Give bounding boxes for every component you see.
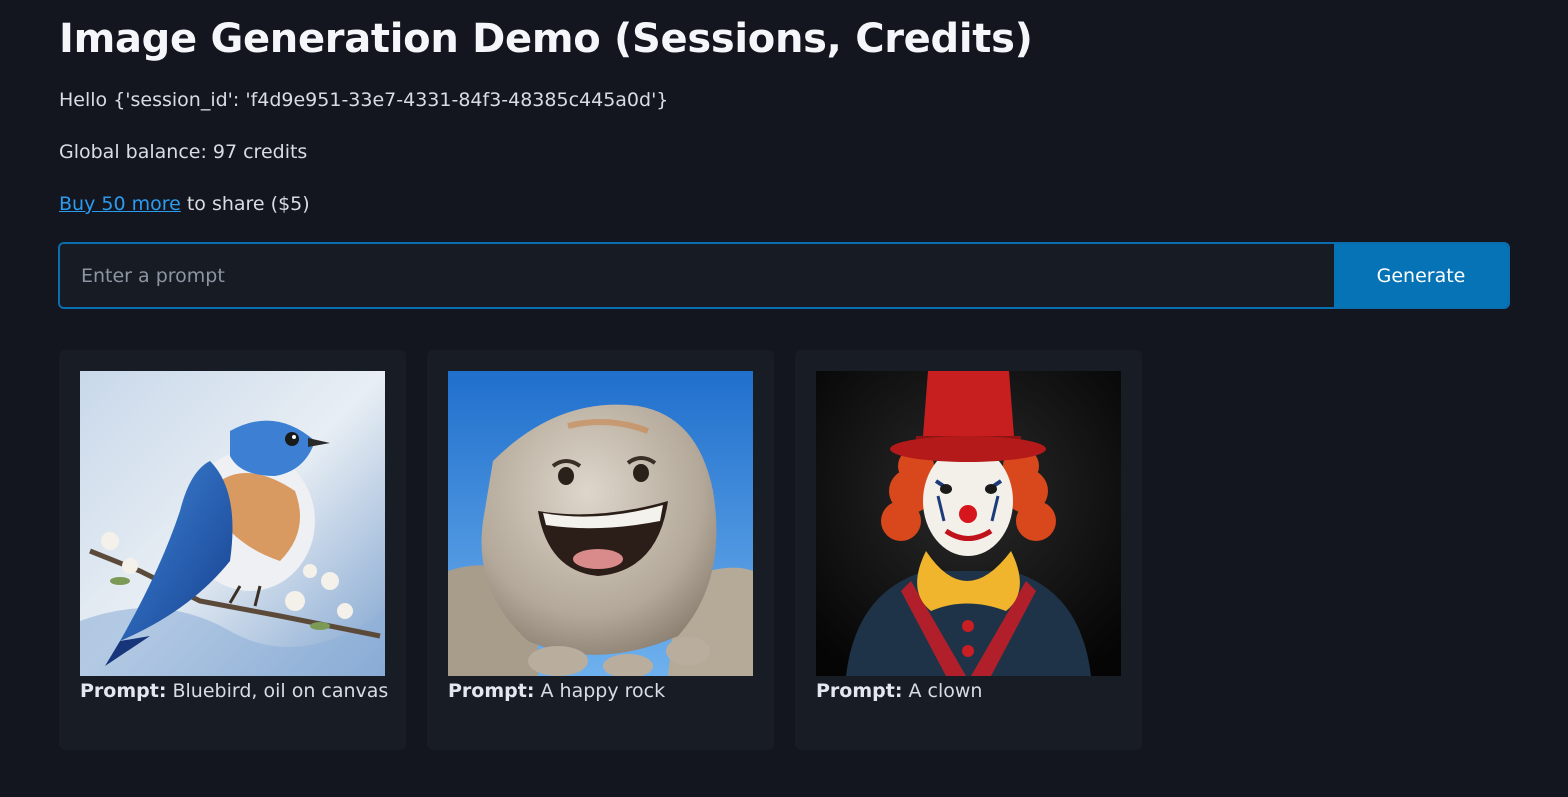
session-greeting: Hello {'session_id': 'f4d9e951-33e7-4331… [59, 89, 669, 111]
caption-prompt: A happy rock [540, 680, 666, 702]
prompt-form: Generate [58, 242, 1510, 309]
buy-credits-line: Buy 50 more to share ($5) [59, 193, 310, 215]
bluebird-image [80, 371, 385, 676]
buy-credits-suffix: to share ($5) [180, 193, 310, 215]
image-caption: Prompt: A happy rock [448, 680, 753, 702]
buy-credits-link[interactable]: Buy 50 more [59, 193, 181, 215]
image-caption: Prompt: Bluebird, oil on canvas [80, 680, 389, 702]
caption-label: Prompt: [816, 680, 903, 702]
page-title: Image Generation Demo (Sessions, Credits… [59, 16, 1033, 62]
image-gallery: Prompt: Bluebird, oil on canvas Prompt: … [59, 350, 1142, 750]
image-card: Prompt: Bluebird, oil on canvas [59, 350, 406, 750]
page: Image Generation Demo (Sessions, Credits… [0, 0, 1568, 797]
balance-text: Global balance: 97 credits [59, 141, 308, 163]
caption-prompt: Bluebird, oil on canvas [172, 680, 389, 702]
caption-prompt: A clown [908, 680, 983, 702]
image-card: Prompt: A clown [795, 350, 1142, 750]
caption-label: Prompt: [448, 680, 535, 702]
image-card: Prompt: A happy rock [427, 350, 774, 750]
clown-image [816, 371, 1121, 676]
image-caption: Prompt: A clown [816, 680, 1121, 702]
smiling-rock-image [448, 371, 753, 676]
generate-button[interactable]: Generate [1334, 244, 1508, 307]
prompt-input[interactable] [60, 244, 1334, 307]
caption-label: Prompt: [80, 680, 167, 702]
